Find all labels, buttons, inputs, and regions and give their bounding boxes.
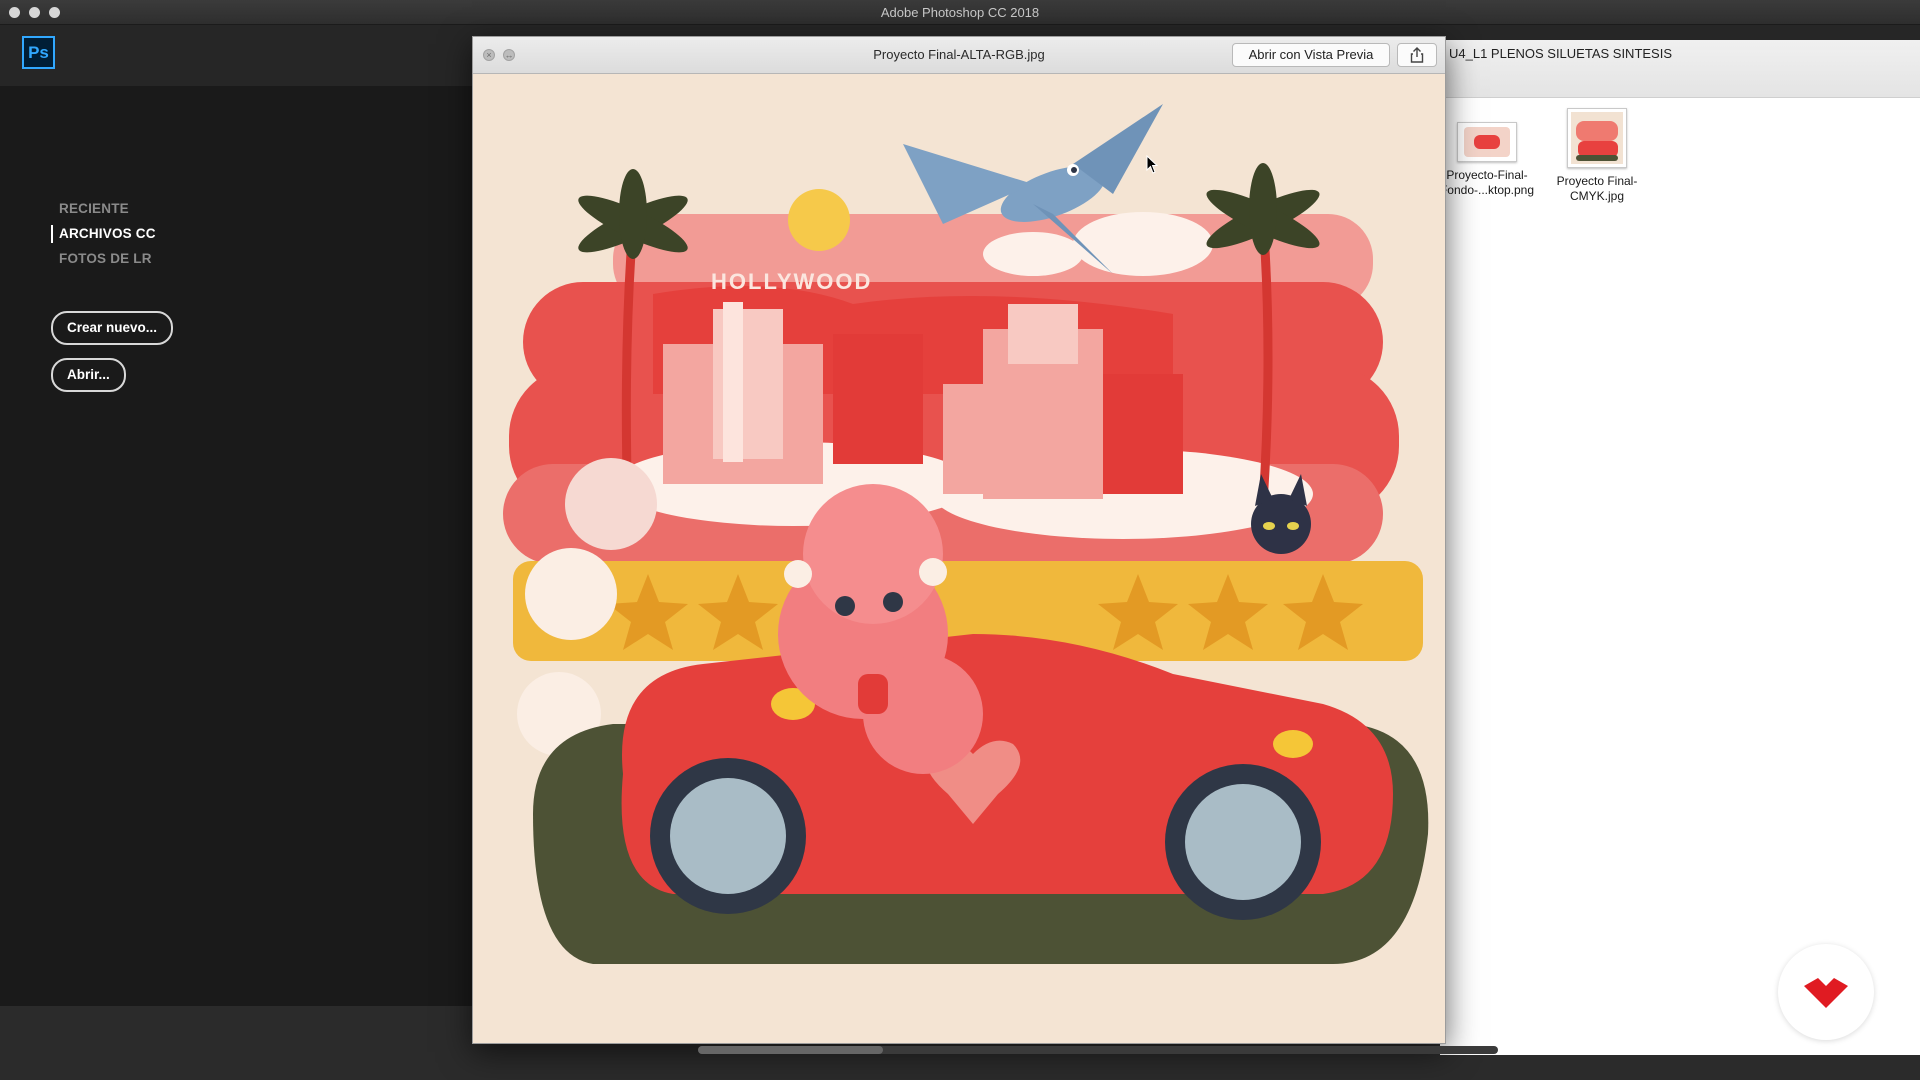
create-new-button[interactable]: Crear nuevo... <box>51 311 174 345</box>
nav-item-cc-files[interactable]: ARCHIVOS CC <box>59 226 156 241</box>
nav-item-recent[interactable]: RECIENTE <box>59 201 129 216</box>
finder-toolbar: U4_L1 PLENOS SILUETAS SINTESIS <box>1440 40 1920 98</box>
file-name-line1: Proyecto Final- <box>1556 174 1638 188</box>
finder-window: U4_L1 PLENOS SILUETAS SINTESIS Proyecto-… <box>1440 40 1920 1055</box>
file-thumbnail <box>1567 108 1627 168</box>
file-item-cmyk[interactable]: Proyecto Final- CMYK.jpg <box>1542 108 1652 204</box>
ps-sidebar <box>0 86 473 1006</box>
file-item-fondo-desktop[interactable]: Proyecto-Final- Fondo-...ktop.png <box>1432 118 1542 198</box>
sun-shape <box>788 189 850 251</box>
mouse-cursor-icon <box>1146 155 1159 174</box>
preview-titlebar: × ↔ Proyecto Final-ALTA-RGB.jpg Abrir co… <box>473 37 1445 74</box>
file-name-line2: Fondo-...ktop.png <box>1439 183 1535 197</box>
share-icon <box>1410 47 1424 63</box>
preview-window: × ↔ Proyecto Final-ALTA-RGB.jpg Abrir co… <box>472 36 1446 1044</box>
open-with-preview-button[interactable]: Abrir con Vista Previa <box>1232 43 1390 67</box>
hollywood-sign: HOLLYWOOD <box>711 269 872 294</box>
finder-folder-title: U4_L1 PLENOS SILUETAS SINTESIS <box>1449 46 1673 61</box>
nav-active-indicator <box>51 225 53 243</box>
domestika-logo <box>1778 944 1874 1040</box>
nav-item-lr-photos[interactable]: FOTOS DE LR <box>59 251 152 266</box>
file-name-line1: Proyecto-Final- <box>1446 168 1528 182</box>
scrollbar-thumb[interactable] <box>698 1046 883 1054</box>
domestika-logo-icon <box>1804 978 1848 1008</box>
open-button[interactable]: Abrir... <box>51 358 126 392</box>
share-button[interactable] <box>1397 43 1437 67</box>
file-thumbnail <box>1457 122 1517 162</box>
window-titlebar: Adobe Photoshop CC 2018 <box>0 0 1920 25</box>
artwork-image: HOLLYWOOD <box>473 74 1445 1043</box>
file-name-line2: CMYK.jpg <box>1569 189 1625 203</box>
photoshop-logo-icon: Ps <box>22 36 55 69</box>
window-title: Adobe Photoshop CC 2018 <box>880 5 1040 20</box>
horizontal-scrollbar[interactable] <box>698 1046 1498 1054</box>
